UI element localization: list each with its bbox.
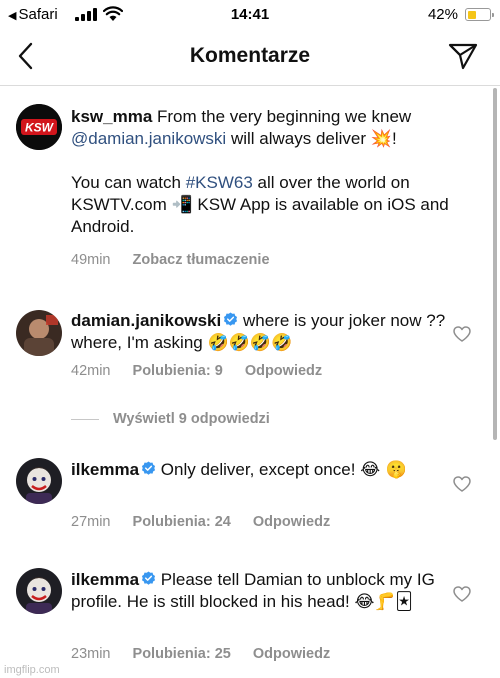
battery-percentage: 42% bbox=[427, 6, 458, 23]
ksw-logo: KSW bbox=[16, 104, 62, 150]
username[interactable]: ksw_mma bbox=[71, 107, 152, 126]
avatar[interactable] bbox=[16, 568, 62, 614]
likes-count[interactable]: Polubienia: 25 bbox=[133, 646, 231, 662]
page-title: Komentarze bbox=[189, 44, 311, 67]
phone-arrow-emoji: 📲 bbox=[171, 195, 193, 215]
verified-badge-icon bbox=[141, 461, 156, 475]
reply-button[interactable]: Odpowiedz bbox=[253, 514, 330, 530]
username[interactable]: damian.janikowski bbox=[71, 311, 221, 330]
view-replies-label: Wyświetl 9 odpowiedzi bbox=[113, 411, 270, 427]
verified-badge-icon bbox=[224, 312, 238, 326]
avatar[interactable]: KSW bbox=[16, 104, 62, 150]
battery-level-fill bbox=[467, 10, 476, 19]
comment-text: ilkemma Only deliver, except once! 😂 🤫 bbox=[71, 460, 407, 480]
status-bar: ◀ Safari 14:41 42% bbox=[0, 0, 500, 30]
like-heart-icon[interactable] bbox=[453, 476, 471, 492]
comment-text: ilkemma Please tell Damian to unblock my… bbox=[71, 570, 435, 612]
caption-text: ksw_mma From the very beginning we knew … bbox=[71, 107, 449, 236]
comment-item: ilkemma Only deliver, except once! 😂 🤫 2… bbox=[0, 440, 500, 540]
username[interactable]: ilkemma bbox=[71, 460, 139, 479]
comment-meta: 27min Polubienia: 24 Odpowiedz bbox=[71, 514, 348, 530]
timestamp: 23min bbox=[71, 646, 111, 662]
timestamp: 27min bbox=[71, 514, 111, 530]
navigation-bar: Komentarze bbox=[0, 30, 500, 86]
reply-button[interactable]: Odpowiedz bbox=[245, 363, 322, 379]
comment-text: damian.janikowski where is your joker no… bbox=[71, 311, 446, 353]
verified-badge-icon bbox=[141, 571, 156, 585]
view-replies-button[interactable]: Wyświetl 9 odpowiedzi bbox=[71, 411, 270, 427]
timestamp: 42min bbox=[71, 363, 111, 379]
collision-emoji: 💥 bbox=[370, 129, 392, 149]
likes-count[interactable]: Polubienia: 24 bbox=[133, 514, 231, 530]
likes-count[interactable]: Polubienia: 9 bbox=[133, 363, 223, 379]
mention-link[interactable]: @damian.janikowski bbox=[71, 129, 226, 148]
comment-item: ilkemma Please tell Damian to unblock my… bbox=[0, 550, 500, 670]
divider bbox=[71, 418, 99, 420]
avatar[interactable] bbox=[16, 310, 62, 356]
avatar[interactable] bbox=[16, 458, 62, 504]
laughing-leg-joker-emoji: 😂🦵🃏 bbox=[354, 592, 413, 612]
reply-button[interactable]: Odpowiedz bbox=[253, 646, 330, 662]
hashtag-link[interactable]: #KSW63 bbox=[186, 173, 253, 192]
timestamp: 49min bbox=[71, 252, 111, 268]
avatar-logo-text: KSW bbox=[25, 121, 55, 135]
laughing-emoji: 😂 🤫 bbox=[360, 460, 407, 480]
battery-icon bbox=[465, 8, 494, 21]
clock: 14:41 bbox=[230, 6, 270, 23]
scrollbar[interactable] bbox=[493, 88, 497, 440]
comment-meta: 23min Polubienia: 25 Odpowiedz bbox=[71, 646, 348, 662]
translate-link[interactable]: Zobacz tłumaczenie bbox=[133, 252, 270, 268]
rofl-emoji: 🤣🤣🤣🤣 bbox=[207, 333, 293, 353]
send-paper-plane-icon[interactable] bbox=[448, 42, 478, 70]
caption-meta: 49min Zobacz tłumaczenie bbox=[71, 252, 288, 268]
username[interactable]: ilkemma bbox=[71, 570, 139, 589]
like-heart-icon[interactable] bbox=[453, 586, 471, 602]
watermark: imgflip.com bbox=[4, 664, 60, 676]
like-heart-icon[interactable] bbox=[453, 326, 471, 342]
post-caption: KSW ksw_mma From the very beginning we k… bbox=[0, 86, 500, 276]
comment-meta: 42min Polubienia: 9 Odpowiedz bbox=[71, 363, 340, 379]
comment-item: damian.janikowski where is your joker no… bbox=[0, 290, 500, 400]
